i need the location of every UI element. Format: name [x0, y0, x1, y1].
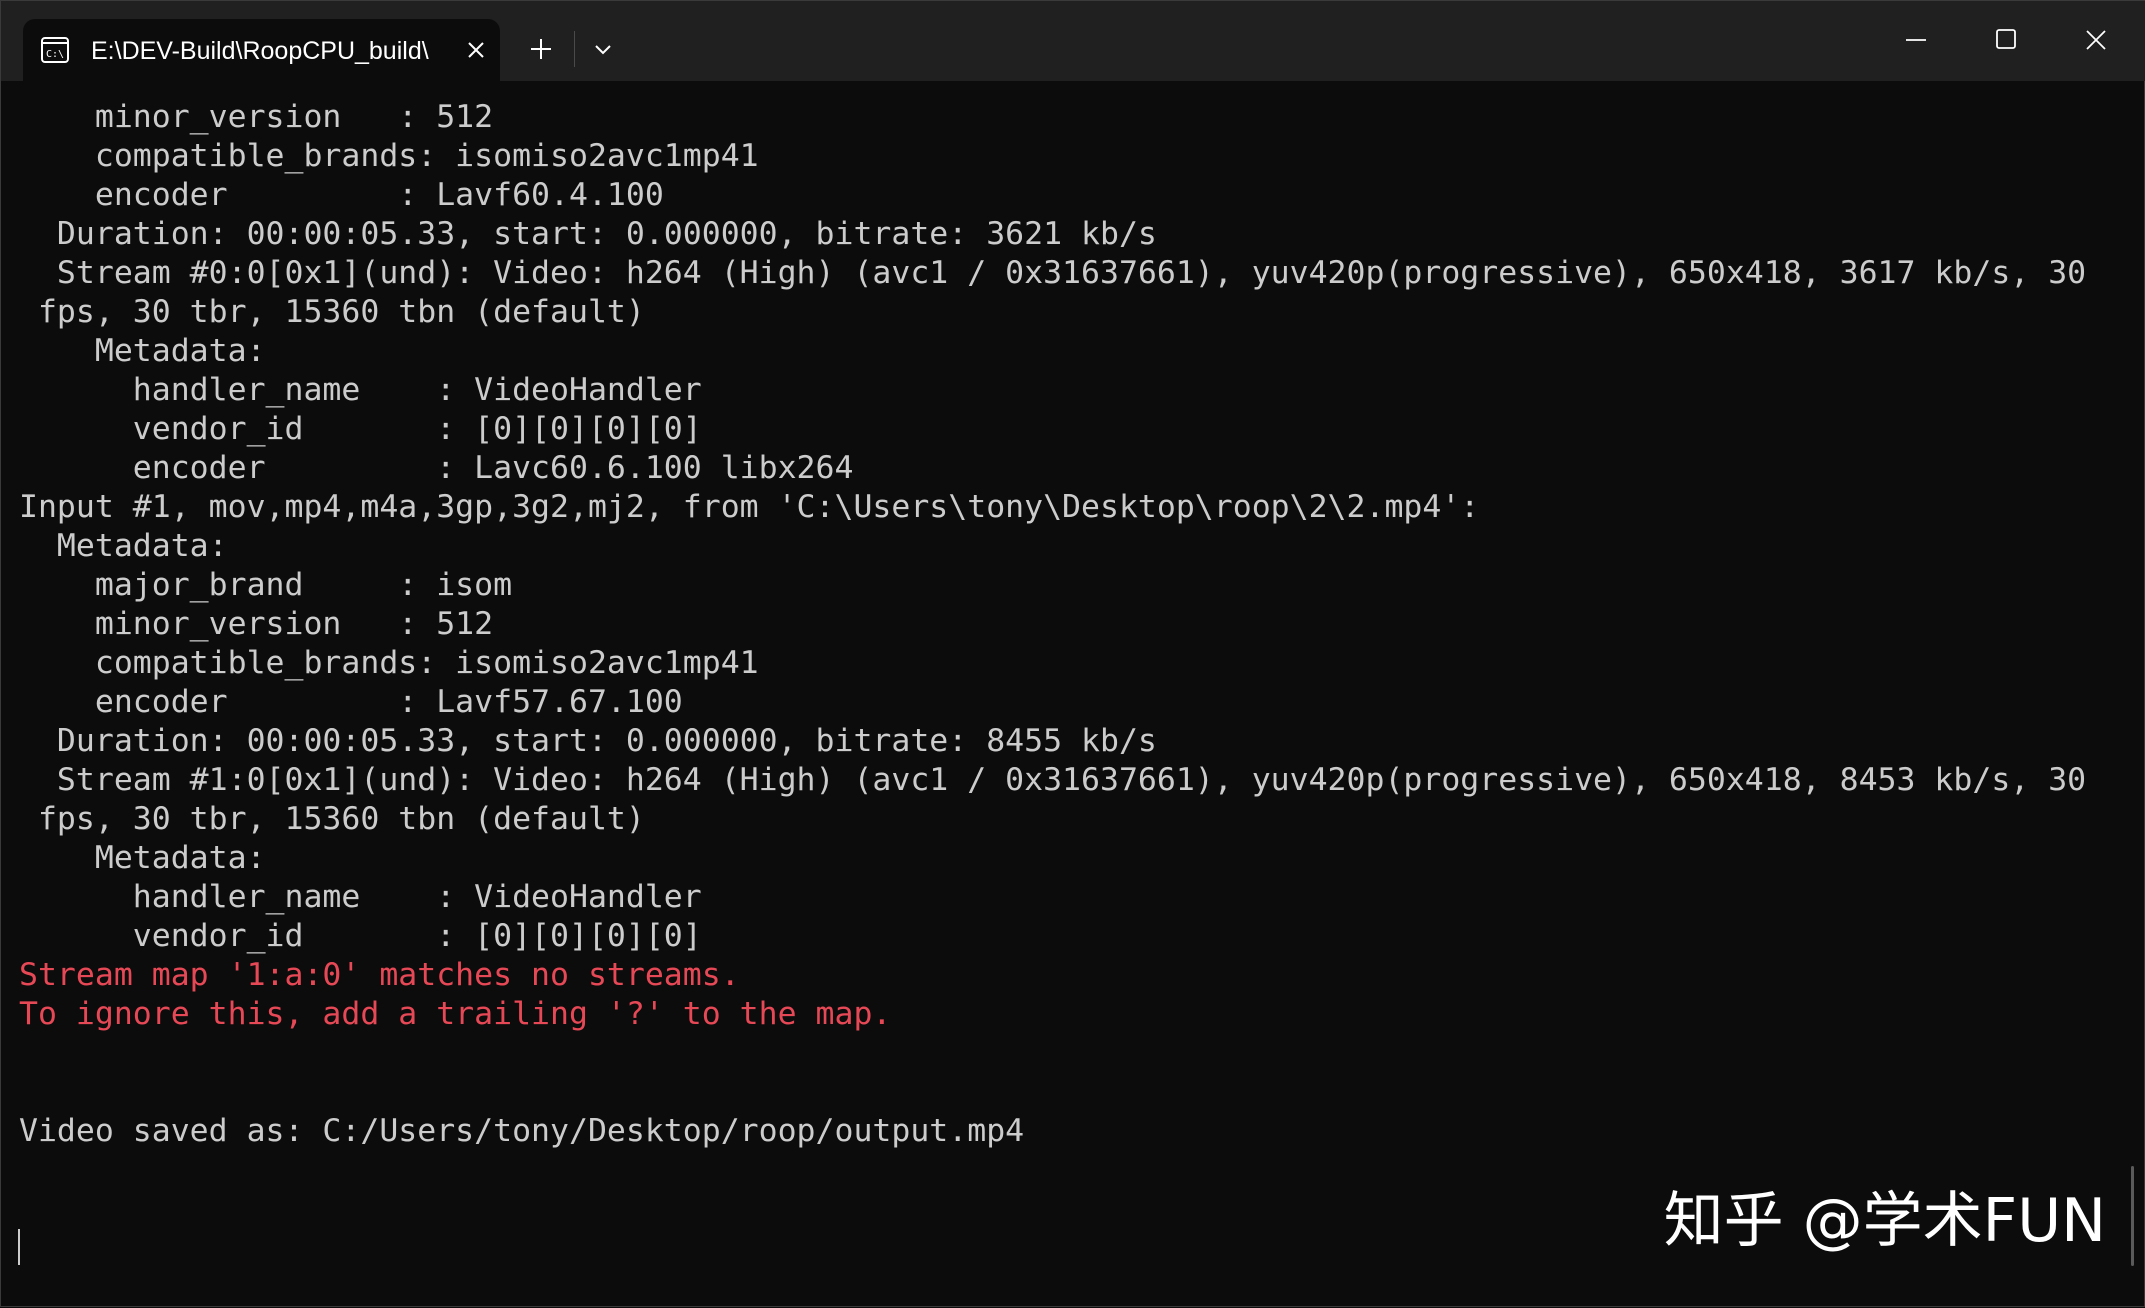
output-line: handler_name : VideoHandler: [19, 879, 702, 915]
cmd-icon: C:\: [41, 37, 69, 63]
minimize-icon[interactable]: [1886, 15, 1946, 65]
close-icon[interactable]: [463, 37, 489, 63]
output-line: encoder : Lavf60.4.100: [19, 177, 664, 213]
output-line: Stream #0:0[0x1](und): Video: h264 (High…: [19, 255, 2087, 291]
output-line: fps, 30 tbr, 15360 tbn (default): [19, 294, 645, 330]
output-line: vendor_id : [0][0][0][0]: [19, 918, 702, 954]
output-line: compatible_brands: isomiso2avc1mp41: [19, 645, 759, 681]
output-line: Stream #1:0[0x1](und): Video: h264 (High…: [19, 762, 2087, 798]
chevron-down-icon[interactable]: [583, 29, 623, 69]
terminal-window: C:\ E:\DEV-Build\RoopCPU_build\ minor_ve…: [0, 0, 2145, 1307]
output-line: encoder : Lavc60.6.100 libx264: [19, 450, 854, 486]
maximize-icon[interactable]: [1976, 15, 2036, 65]
scrollbar[interactable]: [2131, 1166, 2134, 1266]
svg-text:C:\: C:\: [46, 49, 64, 60]
output-line: Metadata:: [19, 333, 266, 369]
terminal-tab[interactable]: C:\ E:\DEV-Build\RoopCPU_build\: [23, 19, 500, 81]
close-icon[interactable]: [2066, 15, 2126, 65]
output-line: fps, 30 tbr, 15360 tbn (default): [19, 801, 645, 837]
output-line: Duration: 00:00:05.33, start: 0.000000, …: [19, 723, 1157, 759]
output-line: Metadata:: [19, 840, 266, 876]
terminal-output[interactable]: minor_version : 512 compatible_brands: i…: [1, 81, 2131, 1308]
output-line: Input #1, mov,mp4,m4a,3gp,3g2,mj2, from …: [19, 489, 1480, 525]
divider: [574, 31, 575, 67]
output-line: handler_name : VideoHandler: [19, 372, 702, 408]
error-line: Stream map '1:a:0' matches no streams.: [19, 957, 740, 993]
output-line: compatible_brands: isomiso2avc1mp41: [19, 138, 759, 174]
output-line: Video saved as: C:/Users/tony/Desktop/ro…: [19, 1113, 1025, 1149]
plus-icon[interactable]: [521, 29, 561, 69]
title-bar[interactable]: C:\ E:\DEV-Build\RoopCPU_build\: [1, 1, 2145, 81]
text-cursor: [18, 1229, 20, 1265]
output-line: Metadata:: [19, 528, 228, 564]
output-line: minor_version : 512: [19, 99, 494, 135]
output-line: minor_version : 512: [19, 606, 494, 642]
output-line: major_brand : isom: [19, 567, 513, 603]
output-line: vendor_id : [0][0][0][0]: [19, 411, 702, 447]
watermark: 知乎 @学术FUN: [1663, 1186, 2106, 1256]
tab-title: E:\DEV-Build\RoopCPU_build\: [91, 37, 429, 65]
output-line: encoder : Lavf57.67.100: [19, 684, 683, 720]
output-line: Duration: 00:00:05.33, start: 0.000000, …: [19, 216, 1157, 252]
error-line: To ignore this, add a trailing '?' to th…: [19, 996, 892, 1032]
